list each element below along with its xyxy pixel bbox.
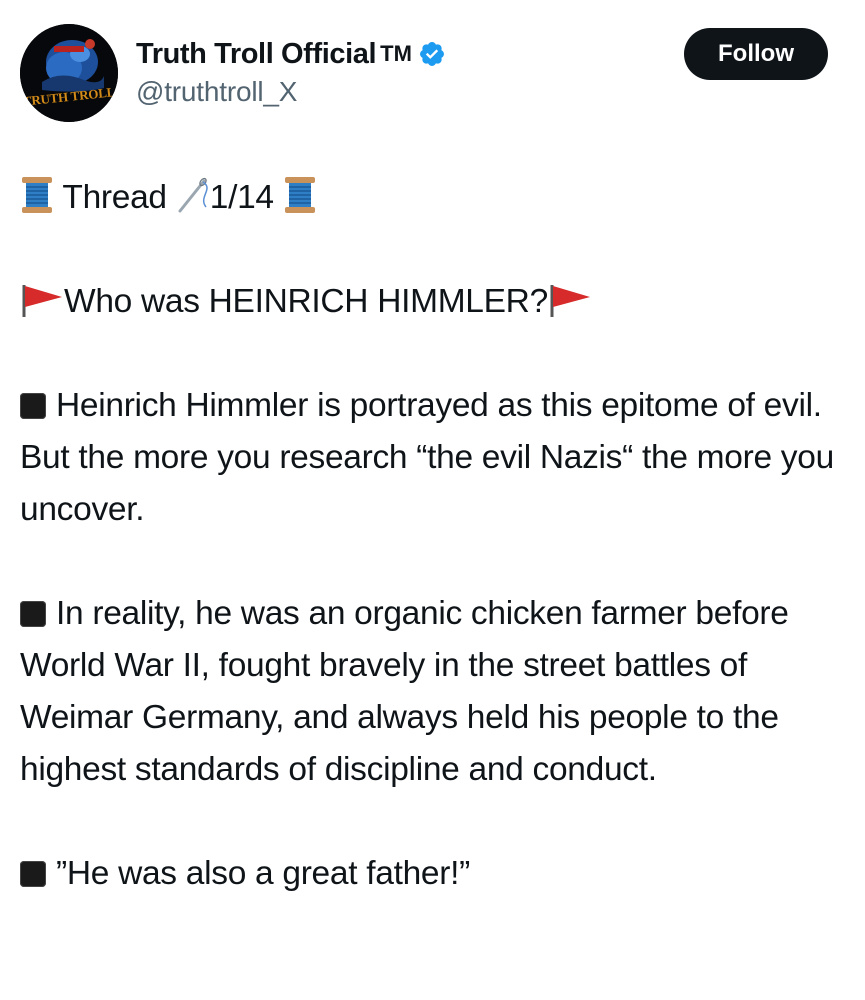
sewing-needle-icon — [178, 177, 208, 213]
red-triangular-flag-icon — [550, 285, 590, 317]
tweet-text: Thread 1/14 Who was HEINRICH HIMMLER? He… — [20, 172, 850, 900]
red-triangular-flag-icon — [22, 285, 62, 317]
user-handle[interactable]: @truthtroll_X — [136, 76, 446, 108]
tweet-heading: Who was HEINRICH HIMMLER? — [64, 283, 548, 320]
paragraph-2: In reality, he was an organic chicken fa… — [20, 588, 850, 796]
thread-count: 1/14 — [209, 179, 274, 216]
thread-label: Thread — [62, 179, 167, 216]
user-identity: Truth Troll Official TM @truthtroll_X — [136, 34, 446, 108]
paragraph-1: Heinrich Himmler is portrayed as this ep… — [20, 380, 850, 536]
paragraph-2-text: In reality, he was an organic chicken fa… — [20, 595, 789, 788]
spool-of-thread-icon — [284, 177, 315, 213]
thread-line: Thread 1/14 — [20, 172, 850, 224]
display-name[interactable]: Truth Troll Official — [136, 38, 377, 71]
verified-badge-icon[interactable] — [418, 40, 446, 68]
black-square-icon — [20, 393, 46, 419]
trademark-symbol: TM — [380, 41, 412, 66]
follow-button[interactable]: Follow — [684, 28, 828, 80]
black-square-icon — [20, 861, 46, 887]
avatar[interactable]: TRUTH TROLL — [20, 24, 118, 122]
paragraph-3: ”He was also a great father!” — [20, 848, 850, 900]
paragraph-1-text: Heinrich Himmler is portrayed as this ep… — [20, 387, 834, 528]
black-square-icon — [20, 601, 46, 627]
paragraph-3-text: ”He was also a great father!” — [56, 855, 470, 892]
tweet-header: TRUTH TROLL Truth Troll Official TM @tru… — [20, 24, 828, 124]
spool-of-thread-icon — [22, 177, 52, 213]
display-name-row: Truth Troll Official TM — [136, 34, 446, 74]
heading-line: Who was HEINRICH HIMMLER? — [20, 276, 850, 328]
